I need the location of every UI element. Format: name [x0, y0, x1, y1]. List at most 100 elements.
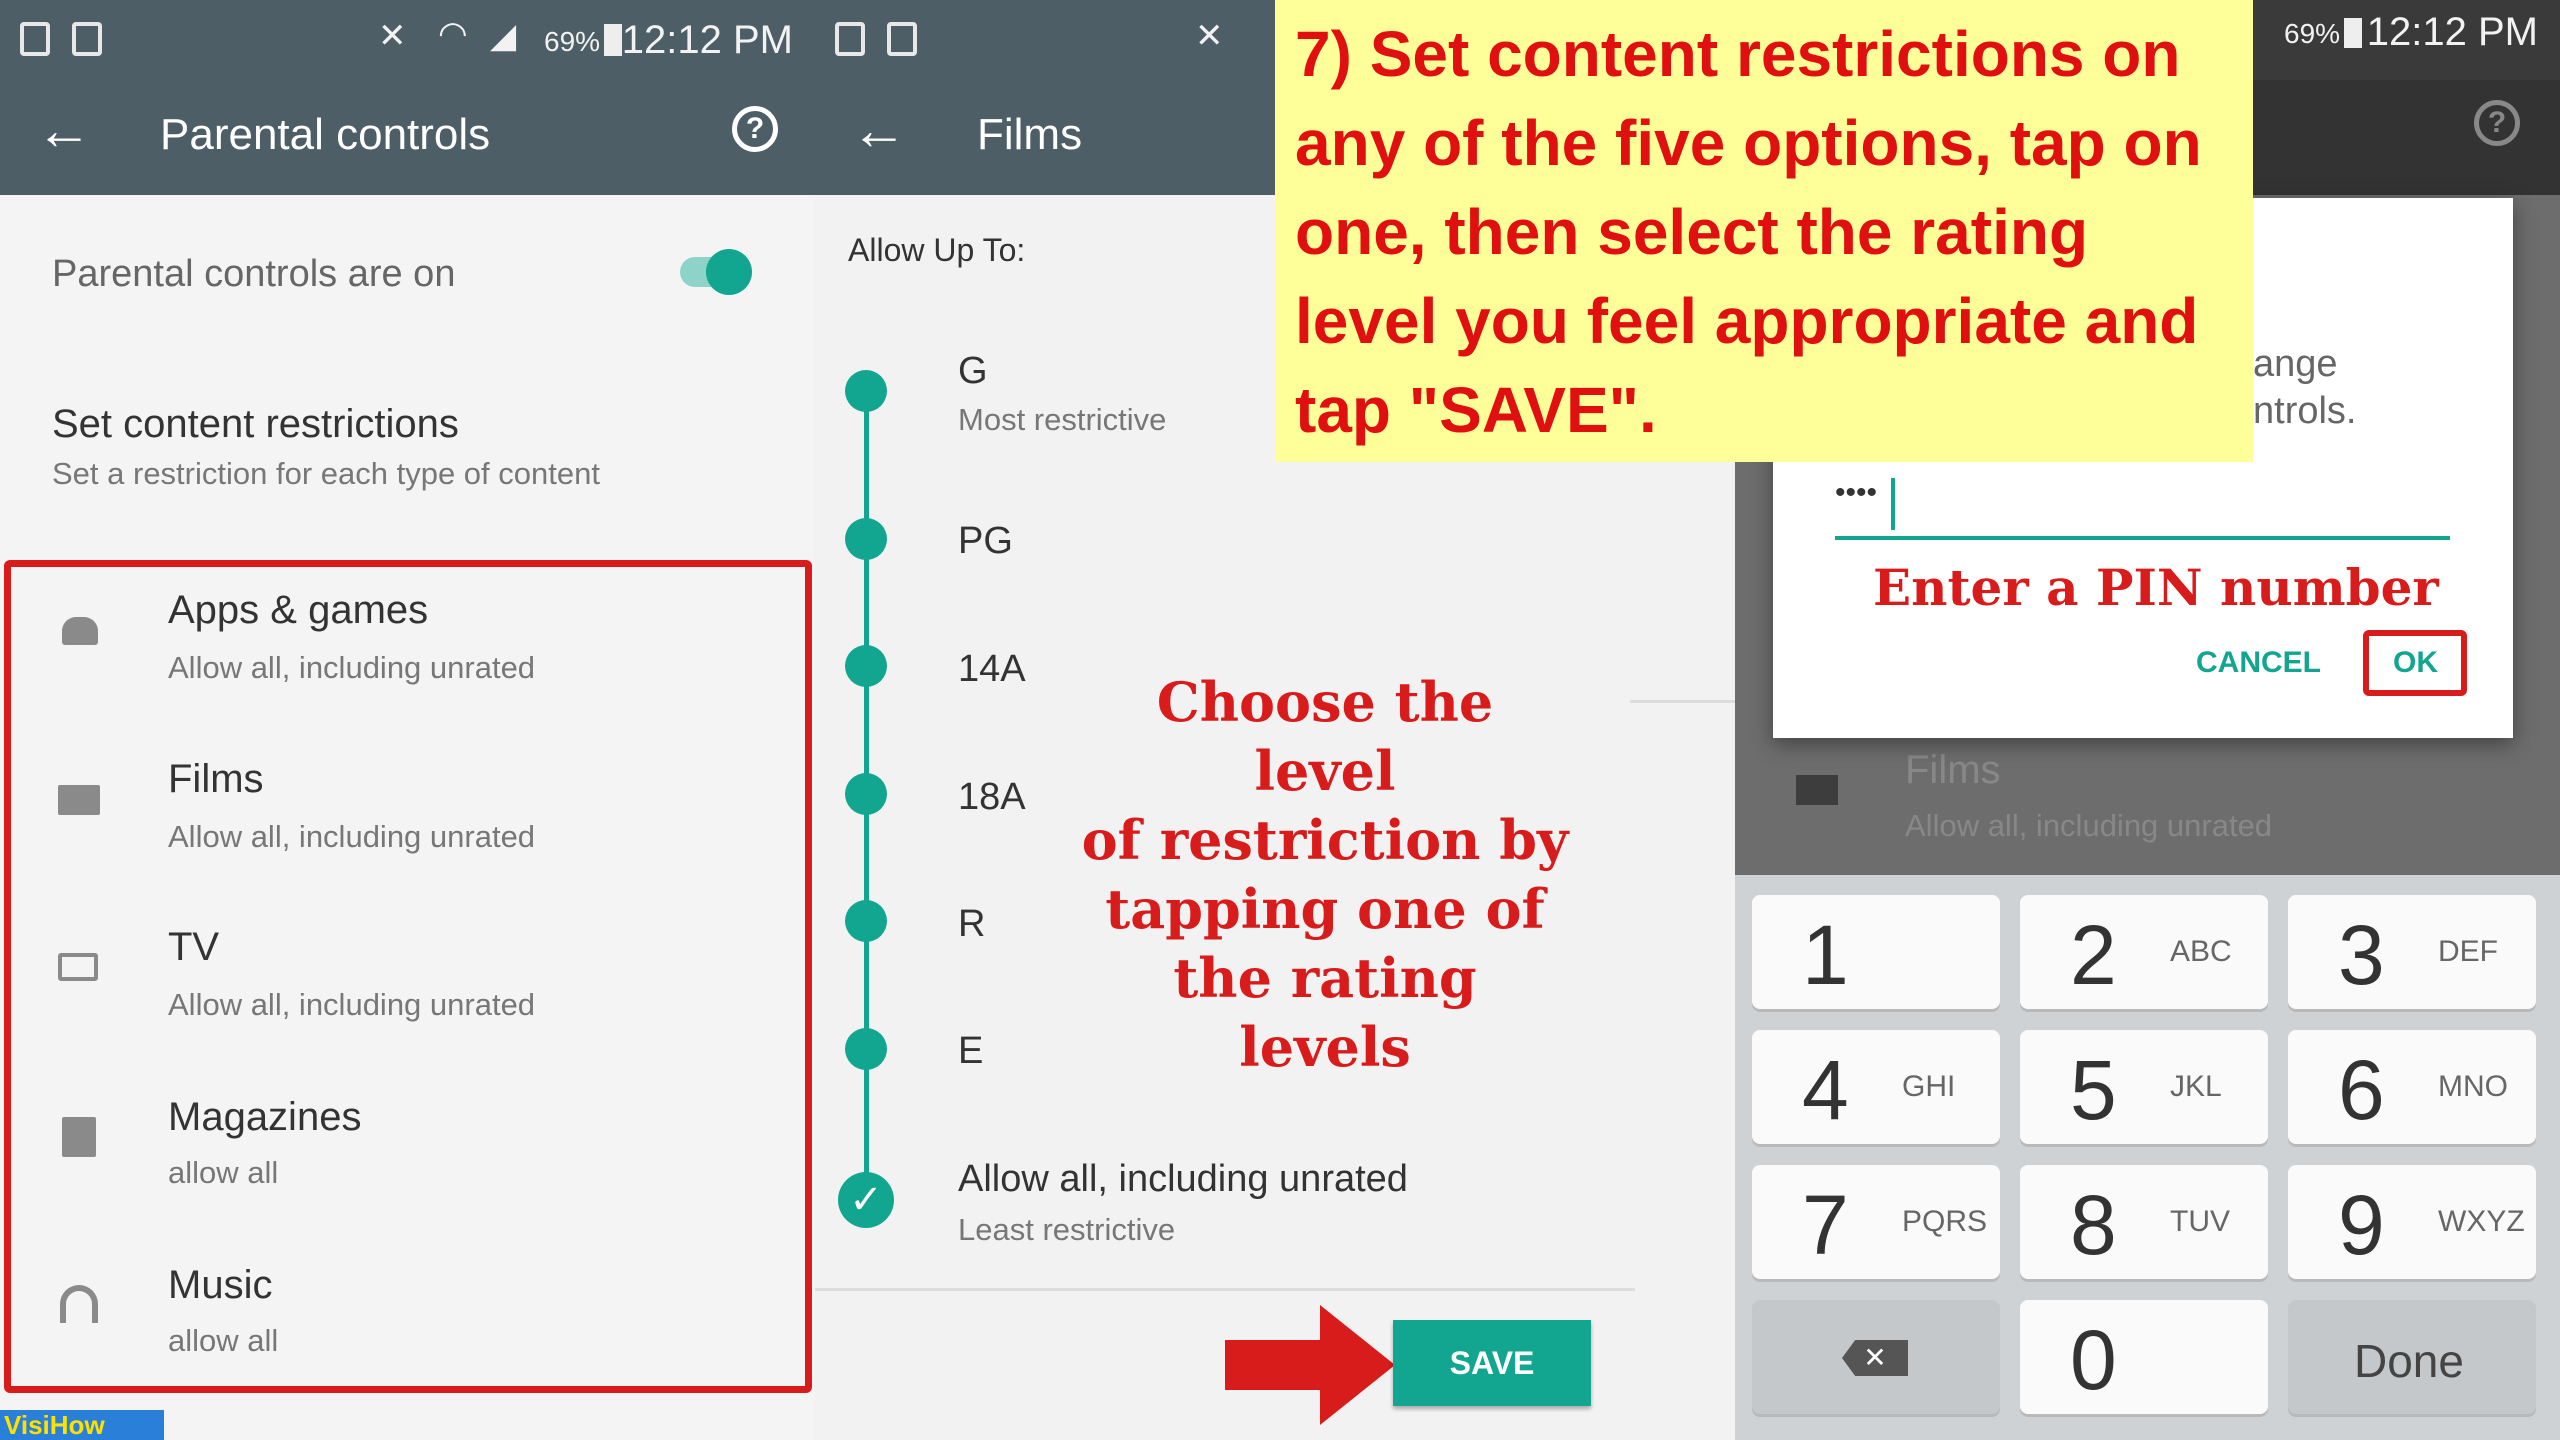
watermark-logo: VisiHow [0, 1410, 164, 1440]
allow-up-to-label: Allow Up To: [848, 232, 1026, 268]
battery-percent: 69% [544, 26, 601, 57]
section-subtitle: Set a restriction for each type of conte… [52, 456, 600, 491]
arrow-to-save-icon [1225, 1305, 1395, 1425]
rating-dot-18a[interactable] [845, 773, 887, 815]
film-icon [1796, 775, 1838, 805]
callout-line: level you feel appropriate and [1295, 285, 2199, 357]
key-letters: WXYZ [2438, 1205, 2525, 1238]
key-6[interactable]: 6 MNO [2288, 1030, 2536, 1144]
backspace-icon: ✕ [1842, 1340, 1908, 1376]
callout-line: 7) Set content restrictions on [1295, 18, 2181, 90]
key-num: 8 [2070, 1178, 2117, 1272]
toggle-switch[interactable] [680, 249, 752, 295]
parental-toggle-row[interactable]: Parental controls are on [0, 195, 815, 343]
key-num: 0 [2070, 1313, 2117, 1407]
help-icon[interactable]: ? [732, 106, 778, 152]
key-9[interactable]: 9 WXYZ [2288, 1165, 2536, 1279]
screenshot-icon [835, 22, 865, 56]
instruction-callout: 7) Set content restrictions on any of th… [1275, 0, 2253, 462]
page-title: Films [977, 110, 1083, 159]
rating-dot-g[interactable] [845, 370, 887, 412]
rating-dot-r[interactable] [845, 900, 887, 942]
status-bar-2: ✕ [815, 0, 1285, 80]
pin-input-value: •••• [1835, 476, 1878, 509]
rating-label-e[interactable]: E [958, 1030, 983, 1073]
rating-label-18a[interactable]: 18A [958, 776, 1026, 819]
pin-input[interactable] [1835, 536, 2450, 540]
done-label: Done [2354, 1335, 2464, 1387]
key-num: 9 [2338, 1178, 2385, 1272]
dialog-text-partial-2: ntrols. [2253, 390, 2357, 432]
phone-icon [887, 22, 917, 56]
key-num: 6 [2338, 1043, 2385, 1137]
rating-dot-e[interactable] [845, 1028, 887, 1070]
cancel-button[interactable]: CANCEL [2196, 646, 2321, 680]
key-num: 7 [1802, 1178, 1849, 1272]
key-letters: TUV [2170, 1205, 2230, 1238]
rating-label-g[interactable]: G [958, 350, 988, 393]
vibrate-icon: ✕ [1195, 17, 1224, 55]
key-4[interactable]: 4 GHI [1752, 1030, 2000, 1144]
key-num: 4 [1802, 1043, 1849, 1137]
highlight-box-content-types [4, 560, 812, 1393]
status-bar-3: 69% 12:12 PM [2250, 0, 2560, 80]
save-button[interactable]: SAVE [1393, 1320, 1591, 1406]
annotation-line: Choose the level [1156, 670, 1494, 803]
rating-selected-check-icon[interactable]: ✓ [838, 1172, 894, 1228]
rating-label-pg[interactable]: PG [958, 520, 1013, 563]
key-5[interactable]: 5 JKL [2020, 1030, 2268, 1144]
signal-icon: ◢ [490, 17, 517, 55]
back-arrow-icon[interactable]: ← [851, 102, 907, 158]
annotation-line: the rating levels [1173, 946, 1477, 1079]
battery-icon [604, 24, 622, 56]
key-letters: DEF [2438, 935, 2498, 968]
dimmed-item-sub: Allow all, including unrated [1905, 808, 2273, 843]
pin-annotation: Enter a PIN number [1873, 558, 2439, 617]
rating-dot-pg[interactable] [845, 518, 887, 560]
toggle-knob [706, 249, 752, 295]
key-letters: MNO [2438, 1070, 2508, 1103]
back-arrow-icon[interactable]: ← [36, 102, 92, 158]
key-num: 2 [2070, 908, 2117, 1002]
save-button-label: SAVE [1449, 1345, 1535, 1381]
key-done[interactable]: Done [2288, 1300, 2536, 1414]
help-icon: ? [2474, 100, 2520, 146]
rating-label-all[interactable]: Allow all, including unrated [958, 1158, 1408, 1201]
rating-label-14a[interactable]: 14A [958, 648, 1026, 691]
key-letters: GHI [1902, 1070, 1956, 1103]
divider-2 [815, 1288, 1635, 1291]
rating-dot-14a[interactable] [845, 645, 887, 687]
annotation-line: of restriction by [1081, 808, 1569, 872]
key-0[interactable]: 0 [2020, 1300, 2268, 1414]
battery-percent: 69% [2284, 18, 2341, 49]
pin-cursor [1891, 478, 1895, 530]
battery-icon [2344, 18, 2362, 48]
section-title: Set content restrictions [52, 402, 459, 446]
key-8[interactable]: 8 TUV [2020, 1165, 2268, 1279]
content-restrictions-header: Set content restrictions Set a restricti… [0, 340, 815, 540]
divider-1 [1630, 700, 1735, 703]
key-num: 3 [2338, 908, 2385, 1002]
status-bar: ✕ ◠ ◢ 69% 12:12 PM [0, 0, 815, 80]
vibrate-icon: ✕ [378, 17, 407, 55]
key-3[interactable]: 3 DEF [2288, 895, 2536, 1009]
key-num: 1 [1802, 908, 1849, 1002]
annotation-choose-level: Choose the level of restriction by tappi… [1080, 668, 1570, 1082]
key-backspace[interactable]: ✕ [1752, 1300, 2000, 1414]
dimmed-item-label: Films [1905, 748, 2001, 792]
key-letters: PQRS [1902, 1205, 1988, 1238]
key-1[interactable]: 1 [1752, 895, 2000, 1009]
ok-button[interactable]: OK [2393, 646, 2438, 680]
key-7[interactable]: 7 PQRS [1752, 1165, 2000, 1279]
toggle-label: Parental controls are on [52, 253, 456, 295]
rating-sub-g: Most restrictive [958, 402, 1167, 437]
panel-parental-controls: ✕ ◠ ◢ 69% 12:12 PM ← Parental controls ?… [0, 0, 815, 1440]
key-letters: JKL [2170, 1070, 2222, 1103]
wifi-icon: ◠ [438, 15, 468, 53]
phone-icon [72, 22, 102, 56]
rating-label-r[interactable]: R [958, 903, 985, 946]
page-title: Parental controls [160, 110, 491, 159]
key-2[interactable]: 2 ABC [2020, 895, 2268, 1009]
dialog-text-partial-1: ange [2253, 343, 2338, 385]
key-letters: ABC [2170, 935, 2232, 968]
